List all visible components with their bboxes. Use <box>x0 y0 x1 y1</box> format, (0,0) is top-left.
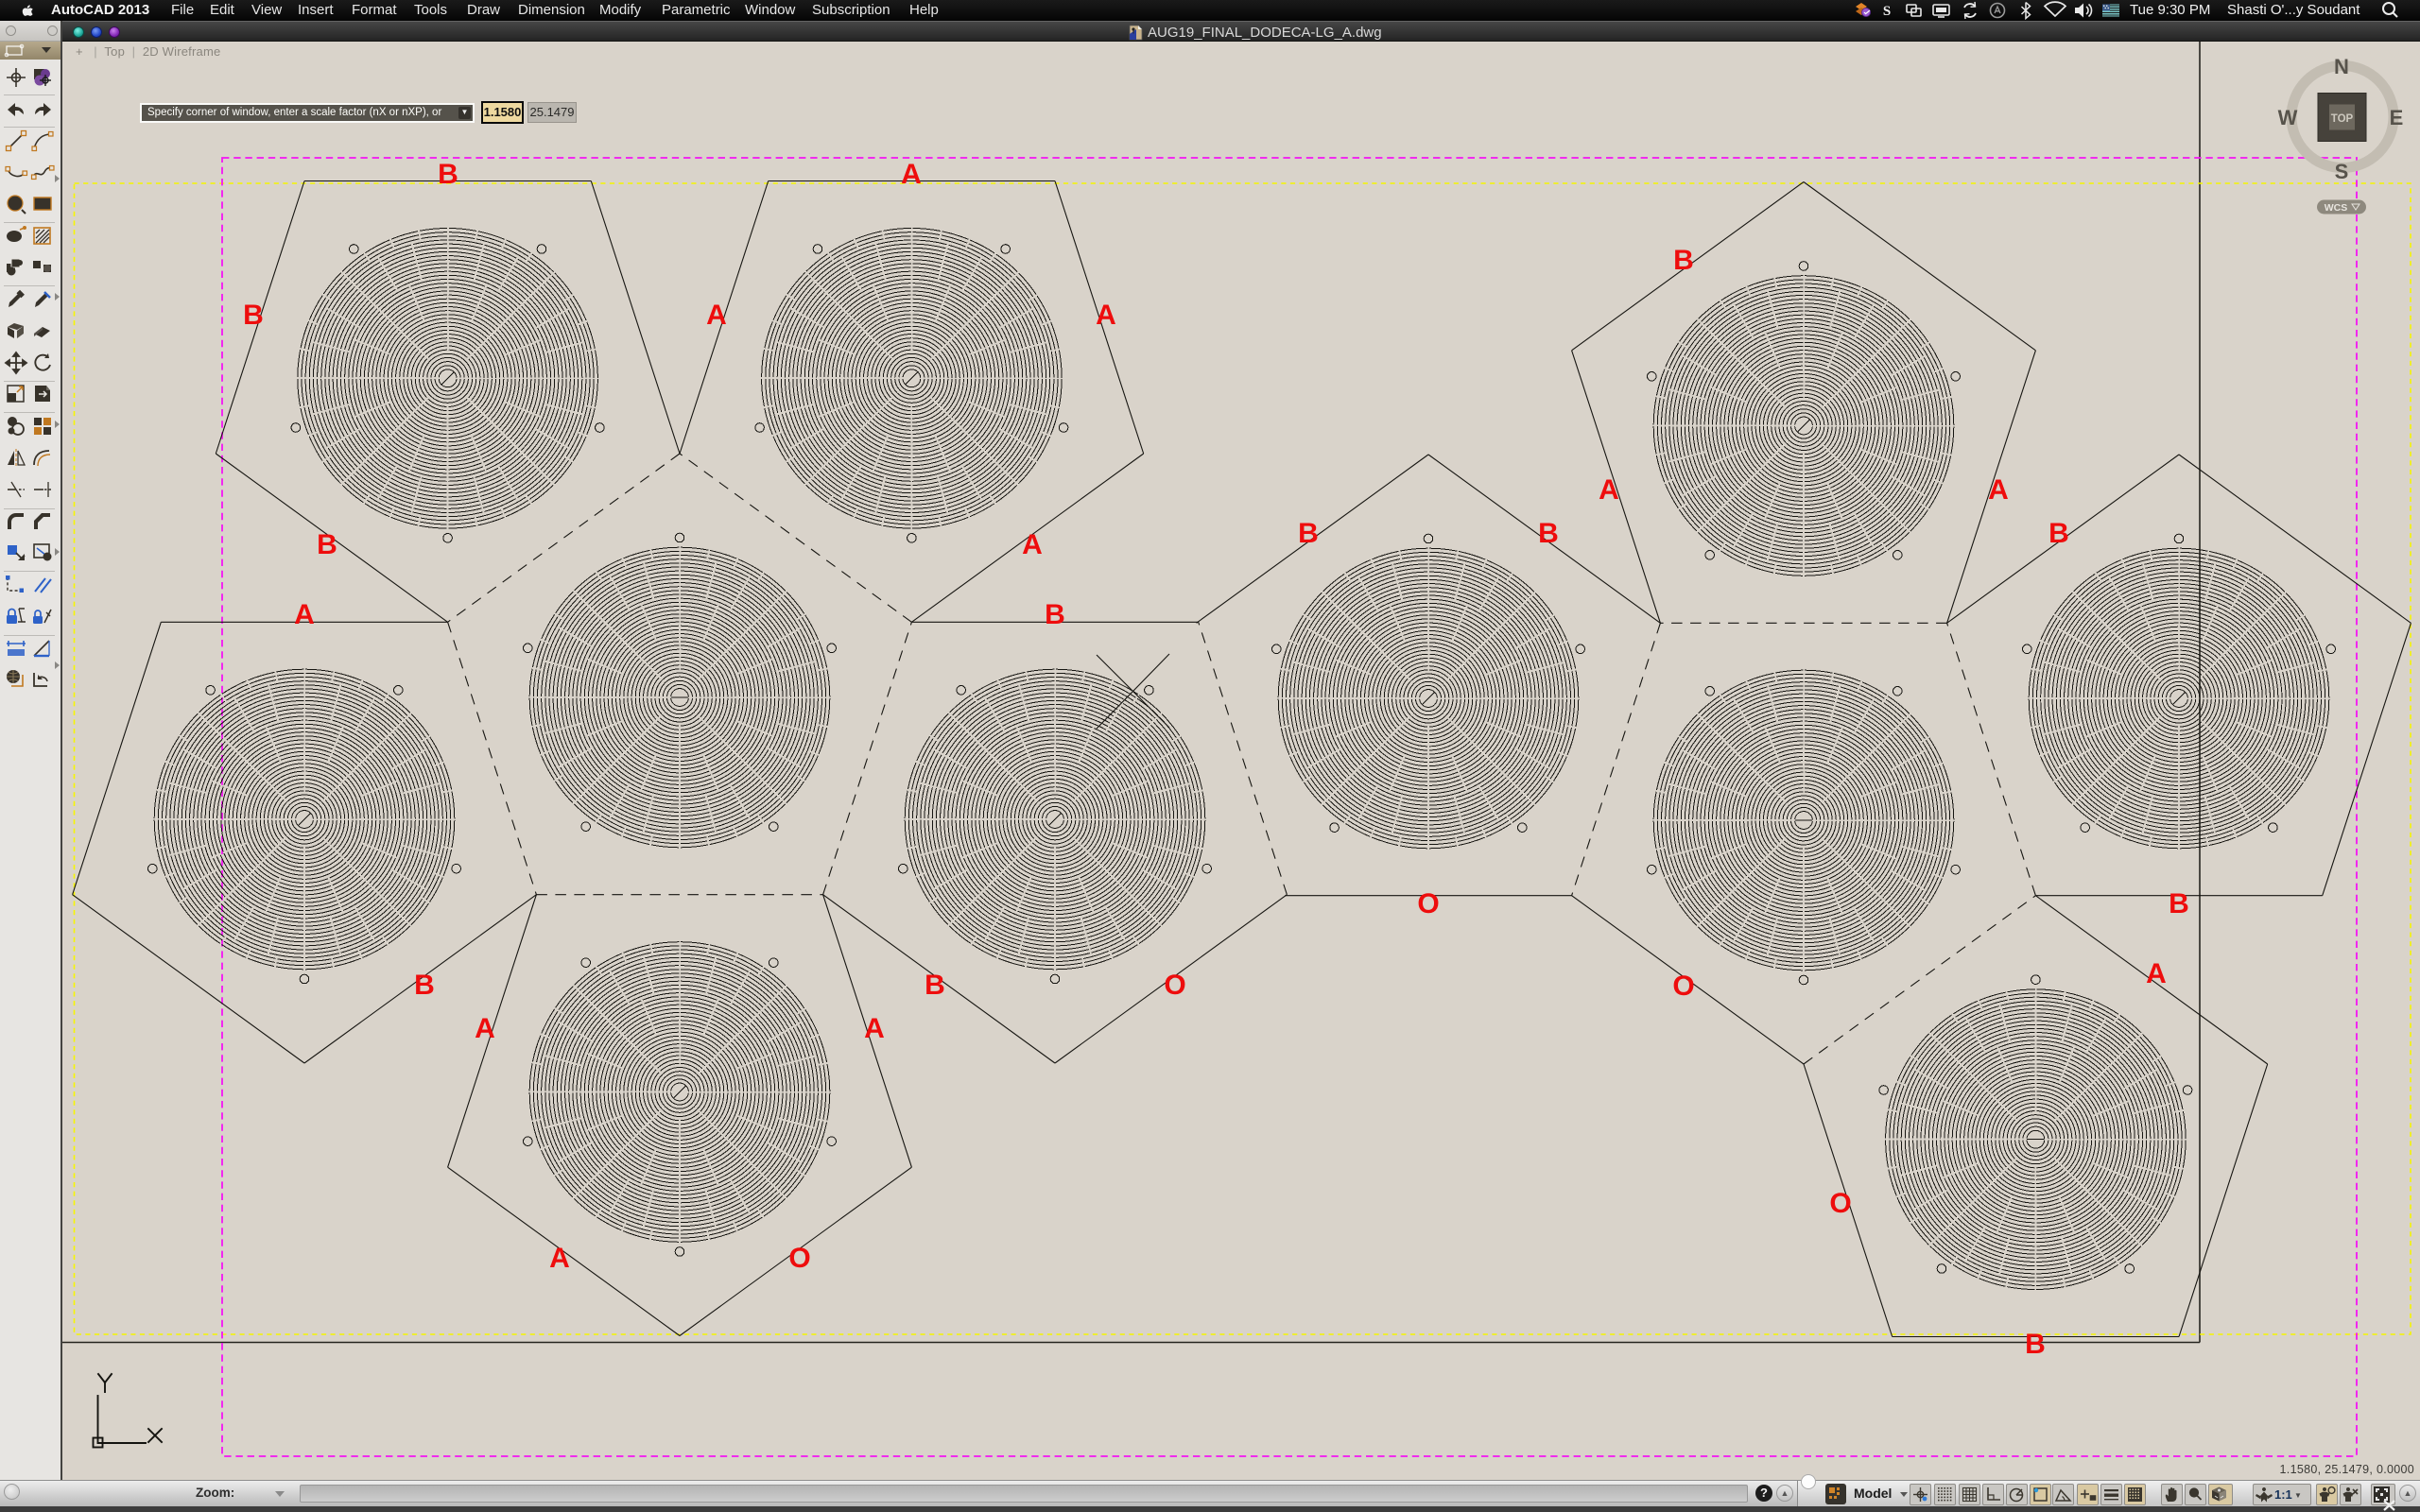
svg-text:TOP: TOP <box>2331 113 2354 125</box>
svg-text:B: B <box>414 970 435 1001</box>
svg-text:B: B <box>2169 888 2189 919</box>
svg-text:WCS: WCS <box>2325 202 2348 214</box>
svg-text:O: O <box>788 1243 810 1274</box>
svg-text:A: A <box>864 1013 885 1044</box>
svg-text:A: A <box>901 159 922 190</box>
svg-text:A: A <box>1599 474 1619 506</box>
svg-text:B: B <box>925 970 945 1001</box>
svg-text:E: E <box>2390 106 2404 129</box>
svg-text:S: S <box>1883 4 1891 19</box>
svg-text:O: O <box>1417 888 1439 919</box>
svg-text:O: O <box>1829 1188 1851 1219</box>
svg-text:B: B <box>317 529 337 560</box>
svg-text:O: O <box>1164 970 1185 1001</box>
svg-text:A: A <box>1096 300 1116 331</box>
svg-text:A: A <box>706 300 727 331</box>
svg-text:B: B <box>2025 1329 2046 1360</box>
svg-text:B: B <box>1298 518 1319 549</box>
svg-text:A: A <box>294 599 315 630</box>
svg-text:N: N <box>2334 55 2349 78</box>
svg-text:B: B <box>243 300 264 331</box>
svg-text:B: B <box>1673 245 1694 276</box>
svg-text:A: A <box>2146 958 2167 989</box>
svg-text:B: B <box>1045 599 1065 630</box>
svg-text:A: A <box>549 1243 570 1274</box>
svg-text:B: B <box>2048 518 2069 549</box>
svg-text:A: A <box>1022 529 1043 560</box>
svg-text:S: S <box>2335 160 2349 183</box>
svg-text:A: A <box>1988 474 2009 506</box>
svg-text:B: B <box>438 159 458 190</box>
svg-text:O: O <box>1672 971 1694 1002</box>
svg-text:1.1580, 25.1479, 0.0000: 1.1580, 25.1479, 0.0000 <box>2280 1463 2414 1476</box>
svg-text:A: A <box>475 1013 495 1044</box>
svg-text:W: W <box>2278 106 2298 129</box>
svg-text:B: B <box>1538 518 1559 549</box>
